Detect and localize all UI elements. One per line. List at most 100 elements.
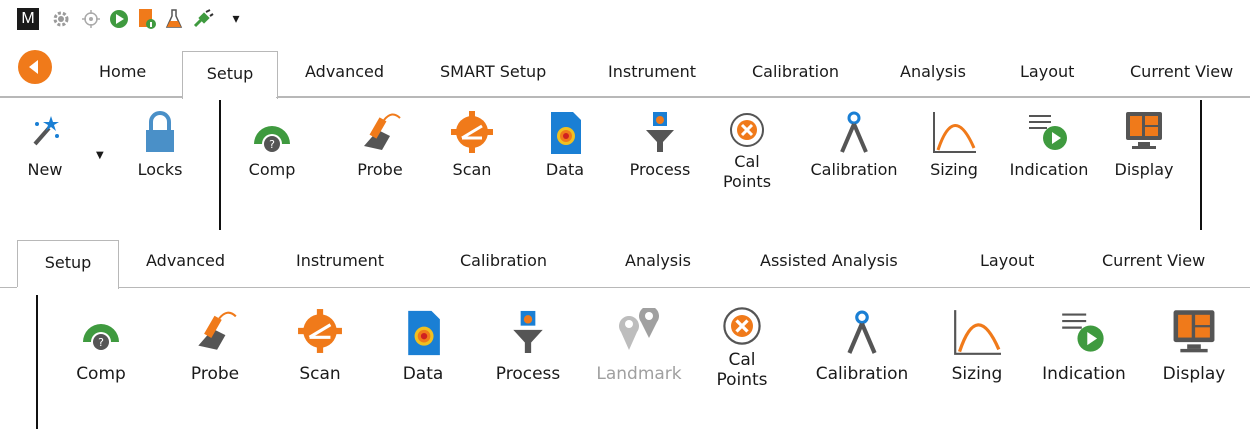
probe-button[interactable]: Probe: [348, 110, 412, 180]
r2-indication-label: Indication: [1042, 364, 1126, 384]
display-button[interactable]: Display: [1108, 110, 1180, 180]
r2-data-button[interactable]: Data: [395, 308, 451, 384]
scan-button[interactable]: Scan: [440, 110, 504, 180]
r2-cal-points-label-1: Cal: [728, 350, 756, 370]
ribbon2-tab-current-view[interactable]: Current View: [1102, 251, 1205, 270]
r2-scan-button[interactable]: Scan: [285, 308, 355, 384]
r2-process-button[interactable]: Process: [488, 308, 568, 384]
process-funnel-icon: [646, 112, 674, 152]
svg-text:?: ?: [269, 138, 275, 151]
display-label: Display: [1114, 160, 1174, 179]
r2-process-label: Process: [495, 364, 561, 384]
ribbon2-tab-assisted-analysis[interactable]: Assisted Analysis: [760, 251, 898, 270]
crosshair-icon[interactable]: [80, 8, 102, 30]
flask-icon[interactable]: [163, 8, 185, 30]
indication-button[interactable]: Indication: [1004, 110, 1094, 180]
data-document-icon: [551, 112, 581, 154]
r2-display-button[interactable]: Display: [1152, 308, 1236, 384]
r2-landmark-button: Landmark: [586, 308, 692, 384]
svg-text:?: ?: [98, 336, 104, 349]
customize-toolbar-icon[interactable]: ▾: [225, 8, 247, 30]
comp-label: Comp: [248, 160, 296, 179]
calibration-label: Calibration: [810, 160, 898, 179]
r2-display-monitor-icon: [1173, 310, 1215, 353]
document-info-icon[interactable]: [136, 8, 158, 30]
ribbon2-tab-instrument[interactable]: Instrument: [296, 251, 384, 270]
ribbon2-tab-analysis[interactable]: Analysis: [625, 251, 691, 270]
r2-data-document-icon: [408, 310, 440, 356]
ribbon2-tab-baseline: [0, 287, 1250, 288]
indication-label: Indication: [1009, 160, 1089, 179]
play-icon[interactable]: [108, 8, 130, 30]
probe-label: Probe: [357, 160, 403, 179]
cal-points-button[interactable]: Cal Points: [720, 110, 774, 192]
r2-display-label: Display: [1162, 364, 1226, 384]
ribbon1-tab-calibration[interactable]: Calibration: [752, 62, 839, 81]
r2-landmark-label: Landmark: [596, 364, 682, 384]
ribbon1-tab-home[interactable]: Home: [99, 62, 146, 81]
process-button[interactable]: Process: [624, 110, 696, 180]
ribbon1-tab-layout[interactable]: Layout: [1020, 62, 1074, 81]
r2-probe-button[interactable]: Probe: [180, 308, 250, 384]
r2-sizing-label: Sizing: [951, 364, 1003, 384]
r2-calibration-label: Calibration: [815, 364, 909, 384]
r2-probe-hand-icon: [198, 311, 237, 350]
new-button[interactable]: New: [20, 110, 70, 180]
ribbon1-tab-instrument[interactable]: Instrument: [608, 62, 696, 81]
data-button[interactable]: Data: [540, 110, 590, 180]
ribbon1-tab-setup[interactable]: Setup: [182, 51, 278, 99]
ribbon2-tab-setup[interactable]: Setup: [17, 240, 119, 289]
r2-sizing-button[interactable]: Sizing: [940, 308, 1014, 384]
r2-comp-label: Comp: [76, 364, 126, 384]
new-dropdown-arrow-icon[interactable]: ▼: [96, 150, 104, 161]
app-logo[interactable]: M: [17, 8, 39, 30]
ribbon2-tab-layout[interactable]: Layout: [980, 251, 1034, 270]
cal-points-label-1: Cal: [734, 152, 760, 171]
quick-access-toolbar: M ▾: [0, 0, 1250, 34]
probe-hand-icon: [364, 113, 401, 150]
r2-process-funnel-icon: [513, 310, 543, 353]
landmark-pin-icon: [619, 308, 659, 350]
indication-list-icon: [1029, 115, 1067, 150]
process-label: Process: [629, 160, 691, 179]
customize-toolbar-glyph: ▾: [232, 11, 240, 27]
r2-compass-icon: [847, 310, 877, 354]
ribbon1-tab-current-view[interactable]: Current View: [1130, 62, 1233, 81]
r2-indication-list-icon: [1062, 313, 1104, 352]
new-label: New: [27, 160, 63, 179]
data-label: Data: [545, 160, 585, 179]
scan-gear-icon: [451, 111, 493, 153]
ribbon1-tab-analysis[interactable]: Analysis: [900, 62, 966, 81]
ribbon1-tab-advanced[interactable]: Advanced: [305, 62, 384, 81]
gear-icon[interactable]: [50, 8, 72, 30]
r2-scan-label: Scan: [299, 364, 341, 384]
cal-points-label-2: Points: [722, 172, 772, 191]
ribbon2-tab-calibration[interactable]: Calibration: [460, 251, 547, 270]
sizing-label: Sizing: [930, 160, 978, 179]
sizing-button[interactable]: Sizing: [922, 110, 986, 180]
r2-scan-gear-icon: [298, 309, 342, 353]
plug-icon[interactable]: [192, 8, 214, 30]
comp-gauge-icon: ?: [254, 126, 290, 152]
r2-cal-points-button[interactable]: Cal Points: [712, 304, 772, 390]
display-monitor-icon: [1126, 112, 1162, 149]
r2-comp-button[interactable]: ? Comp: [66, 308, 136, 384]
compass-icon: [840, 111, 868, 153]
sizing-curve-icon: [933, 112, 976, 153]
ribbon2-tab-advanced[interactable]: Advanced: [146, 251, 225, 270]
ribbon1-separator-left: [219, 100, 221, 230]
r2-cal-points-label-2: Points: [716, 370, 768, 390]
lock-icon: [146, 111, 174, 152]
ribbon1-tab-smart-setup[interactable]: SMART Setup: [440, 62, 546, 81]
ribbon2-separator-left: [36, 295, 38, 429]
locks-button[interactable]: Locks: [130, 110, 190, 180]
calibration-button[interactable]: Calibration: [804, 110, 904, 180]
ribbon1-separator-right: [1200, 100, 1202, 230]
r2-cal-points-target-icon: [723, 307, 761, 345]
app-logo-letter: M: [21, 10, 35, 27]
scan-label: Scan: [452, 160, 492, 179]
r2-calibration-button[interactable]: Calibration: [806, 308, 918, 384]
comp-button[interactable]: ? Comp: [240, 110, 304, 180]
r2-indication-button[interactable]: Indication: [1030, 308, 1138, 384]
r2-comp-gauge-icon: ?: [83, 324, 119, 350]
